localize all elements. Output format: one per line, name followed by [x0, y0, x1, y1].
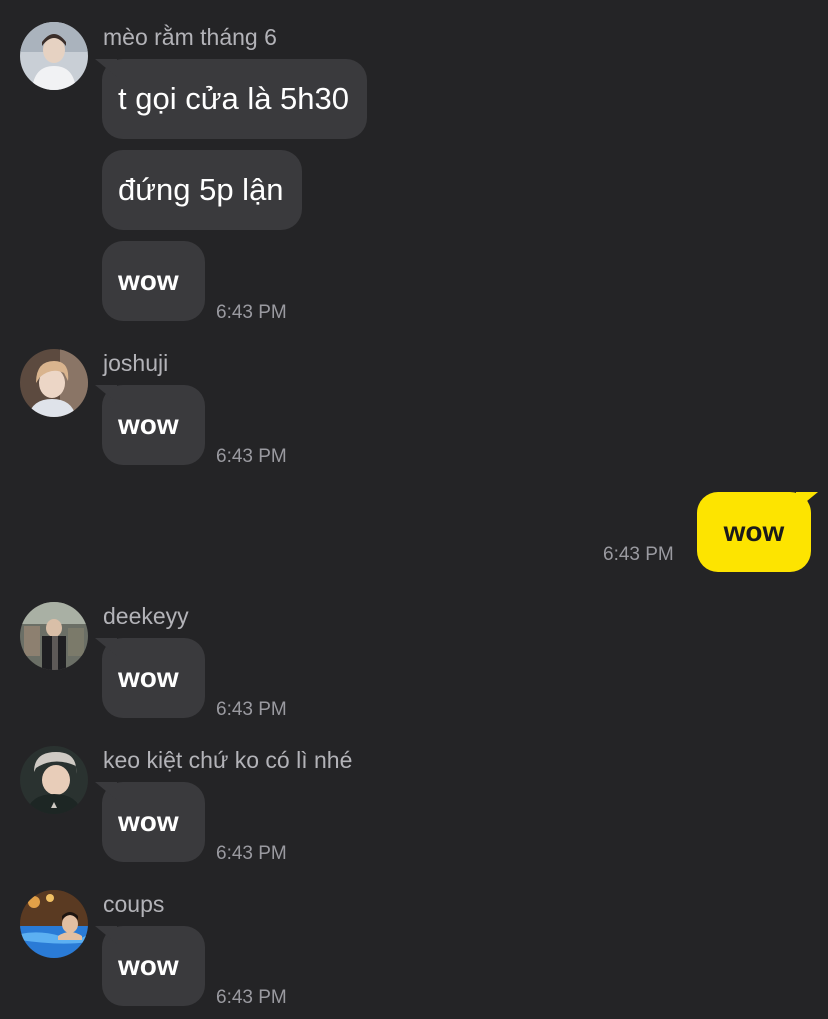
sender-name: deekeyy — [103, 603, 189, 629]
message-timestamp: 6:43 PM — [216, 987, 287, 1008]
message-bubble[interactable]: wow — [102, 926, 205, 1006]
sender-name: mèo rằm tháng 6 — [103, 24, 277, 50]
message-timestamp: 6:43 PM — [603, 544, 674, 565]
avatar[interactable] — [20, 602, 88, 670]
avatar[interactable] — [20, 349, 88, 417]
sender-name: coups — [103, 891, 165, 917]
message-timestamp: 6:43 PM — [216, 302, 287, 323]
message-timestamp: 6:43 PM — [216, 446, 287, 467]
message-bubble[interactable]: đứng 5p lận — [102, 150, 302, 230]
sender-name: keo kiệt chứ ko có lì nhé — [103, 747, 353, 773]
avatar[interactable] — [20, 746, 88, 814]
message-timestamp: 6:43 PM — [216, 699, 287, 720]
user-photo-icon — [20, 890, 88, 958]
user-photo-icon — [20, 602, 88, 670]
avatar[interactable] — [20, 890, 88, 958]
user-photo-icon — [20, 349, 88, 417]
user-photo-icon — [20, 22, 88, 90]
user-photo-icon — [20, 746, 88, 814]
message-bubble[interactable]: wow — [102, 638, 205, 718]
message-bubble[interactable]: wow — [102, 385, 205, 465]
message-bubble[interactable]: wow — [102, 241, 205, 321]
message-bubble[interactable]: t gọi cửa là 5h30 — [102, 59, 368, 139]
sender-name: joshuji — [103, 350, 169, 376]
message-timestamp: 6:43 PM — [216, 843, 287, 864]
my-message-bubble[interactable]: wow — [697, 492, 811, 572]
avatar[interactable] — [20, 22, 88, 90]
message-bubble[interactable]: wow — [102, 782, 205, 862]
